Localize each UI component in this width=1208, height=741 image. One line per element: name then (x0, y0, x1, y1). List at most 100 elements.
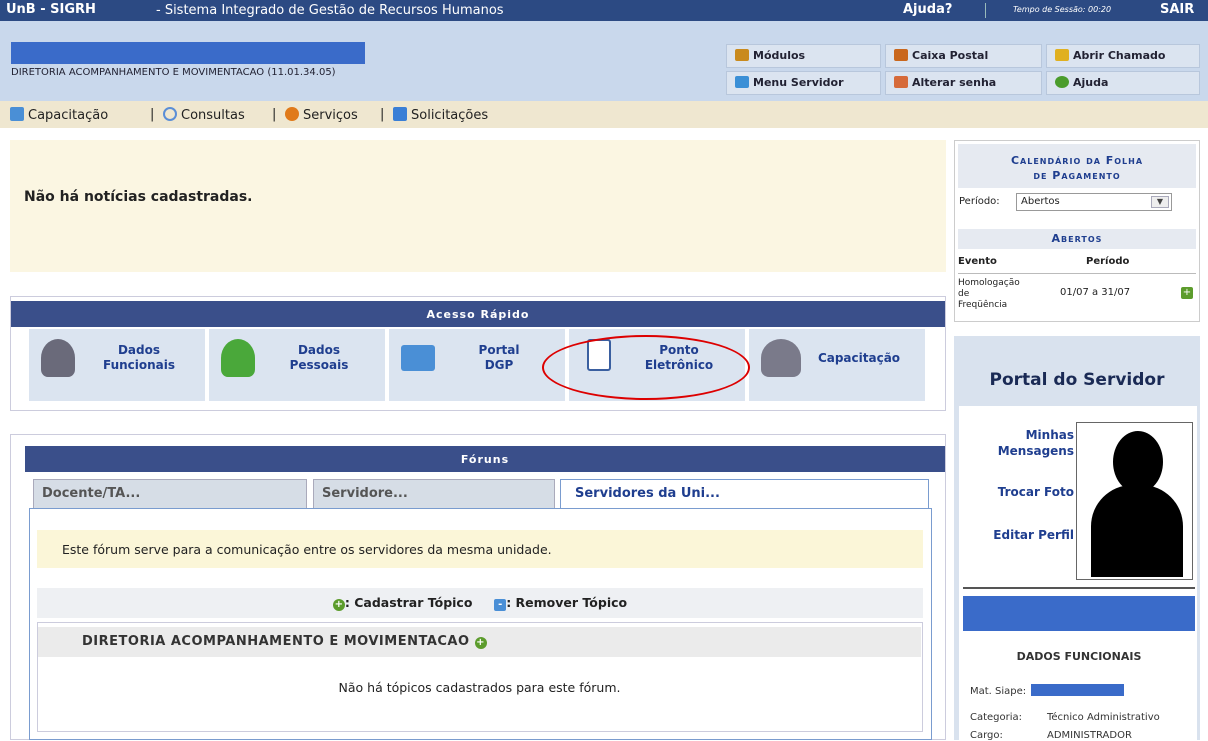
quick-label: Portal DGP (478, 343, 520, 372)
pencil-doc-icon (10, 107, 24, 121)
help-icon (1055, 76, 1069, 88)
change-photo-link[interactable]: Trocar Foto (980, 485, 1074, 499)
period-label: Período: (959, 196, 1000, 207)
menu-solicitacoes-label: Solicitações (411, 108, 489, 123)
forum-actions: +: Cadastrar Tópico -: Remover Tópico (37, 588, 923, 618)
senha-label: Alterar senha (912, 76, 997, 89)
calendar-title: Calendário da Folha de Pagamento (958, 144, 1196, 188)
event-period: 01/07 a 31/07 (1060, 287, 1131, 298)
user-name-redacted (963, 596, 1195, 631)
payroll-calendar: Calendário da Folha de Pagamento Período:… (954, 140, 1200, 322)
alterar-senha-button[interactable]: Alterar senha (885, 71, 1042, 95)
modulos-label: Módulos (753, 49, 806, 62)
menu-capacitacao-label: Capacitação (28, 108, 109, 123)
calendar-subtitle: Abertos (958, 229, 1196, 249)
ajuda-label: Ajuda (1073, 76, 1109, 89)
highlight-circle (542, 335, 750, 400)
silhouette-head (1113, 431, 1163, 493)
messages-link[interactable]: Minhas Mensagens (980, 427, 1074, 459)
menu-capacitacao[interactable]: Capacitação (10, 107, 108, 123)
category-label: Categoria: (970, 712, 1023, 723)
quick-dados-funcionais[interactable]: Dados Funcionais (29, 329, 205, 401)
tab-servidores-unidade[interactable]: Servidores da Uni... (560, 479, 929, 509)
user-unit: DIRETORIA ACOMPANHAMENTO E MOVIMENTACAO … (11, 67, 336, 78)
session-timer: Tempo de Sessão: 00:20 (1013, 5, 1112, 14)
news-panel: Não há notícias cadastradas. (10, 140, 946, 272)
user-name-redacted (11, 42, 365, 64)
remove-icon[interactable]: - (494, 599, 507, 611)
help-link[interactable]: Ajuda? (903, 2, 952, 17)
user-green-icon (221, 339, 255, 377)
news-message: Não há notícias cadastradas. (24, 189, 253, 205)
menu-solicitacoes[interactable]: Solicitações (393, 107, 488, 123)
divider (985, 3, 986, 18)
menu-servicos[interactable]: Serviços (285, 107, 358, 123)
chevron-down-icon: ▼ (1151, 196, 1169, 208)
menu-servidor-button[interactable]: Menu Servidor (726, 71, 881, 95)
tab-docente[interactable]: Docente/TA... (33, 479, 307, 509)
forum-unit-header: DIRETORIA ACOMPANHAMENTO E MOVIMENTACAO … (38, 627, 921, 657)
menu-consultas-label: Consultas (181, 108, 245, 123)
ticket-icon (1055, 49, 1069, 61)
request-doc-icon (393, 107, 407, 121)
system-name: - Sistema Integrado de Gestão de Recurso… (156, 3, 504, 18)
silhouette-body (1091, 485, 1183, 577)
search-icon (163, 107, 177, 121)
menu-servidor-label: Menu Servidor (753, 76, 844, 89)
menu-consultas[interactable]: Consultas (163, 107, 245, 123)
remove-topic-label: : Remover Tópico (506, 595, 628, 610)
users-group-icon (761, 339, 801, 377)
modulos-button[interactable]: Módulos (726, 44, 881, 68)
tab-servidores[interactable]: Servidore... (313, 479, 555, 509)
main-menu: Capacitação | Consultas | Serviços | Sol… (0, 101, 1208, 128)
caixa-label: Caixa Postal (912, 49, 989, 62)
menu-separator: | (272, 107, 277, 122)
no-topics-message: Não há tópicos cadastrados para este fór… (338, 680, 621, 695)
logout-link[interactable]: SAIR (1160, 2, 1194, 17)
event-name: Homologação de Freqüência (958, 278, 1020, 310)
app-logo[interactable]: UnB - SIGRH (6, 2, 96, 17)
divider (958, 273, 1196, 274)
cargo-value: ADMINISTRADOR (1047, 730, 1132, 741)
forums-title: Fóruns (25, 446, 945, 472)
id-card-icon (401, 345, 435, 371)
cargo-label: Cargo: (970, 730, 1003, 741)
quick-label: Dados Pessoais (289, 343, 349, 372)
plus-icon[interactable]: + (1181, 287, 1193, 299)
top-header: UnB - SIGRH - Sistema Integrado de Gestã… (0, 0, 1208, 21)
quick-portal-dgp[interactable]: Portal DGP (389, 329, 565, 401)
menu-separator: | (380, 107, 385, 122)
add-topic-icon[interactable]: + (474, 637, 487, 649)
services-icon (285, 107, 299, 121)
key-user-icon (894, 76, 908, 88)
quick-access-panel: Acesso Rápido Dados Funcionais Dados Pesso… (10, 296, 946, 411)
quick-dados-pessoais[interactable]: Dados Pessoais (209, 329, 385, 401)
box-icon (735, 49, 749, 61)
quick-label: Capacitação (817, 351, 901, 365)
add-topic-label: : Cadastrar Tópico (344, 595, 473, 610)
quick-label: Dados Funcionais (102, 343, 176, 372)
menu-tree-icon (735, 76, 749, 88)
siape-label: Mat. Siape: (970, 686, 1027, 697)
mailbox-icon (894, 49, 908, 61)
menu-separator: | (150, 107, 155, 122)
dados-funcionais-title: DADOS FUNCIONAIS (1016, 650, 1142, 663)
caixa-postal-button[interactable]: Caixa Postal (885, 44, 1042, 68)
period-select[interactable]: Abertos ▼ (1016, 193, 1172, 211)
siape-redacted (1031, 684, 1124, 696)
portal-title: Portal do Servidor (989, 370, 1165, 390)
add-icon[interactable]: + (332, 599, 345, 611)
user-suit-icon (41, 339, 75, 377)
avatar (1076, 422, 1193, 580)
quick-access-title: Acesso Rápido (11, 301, 945, 327)
menu-servicos-label: Serviços (303, 108, 358, 123)
ajuda-button[interactable]: Ajuda (1046, 71, 1200, 95)
col-event: Evento (958, 256, 997, 267)
forum-unit-title: DIRETORIA ACOMPANHAMENTO E MOVIMENTACAO (82, 634, 470, 649)
quick-capacitacao[interactable]: Capacitação (749, 329, 925, 401)
divider (963, 587, 1195, 589)
abrir-chamado-button[interactable]: Abrir Chamado (1046, 44, 1200, 68)
edit-profile-link[interactable]: Editar Perfil (970, 528, 1074, 542)
chamado-label: Abrir Chamado (1073, 49, 1166, 62)
forum-description: Este fórum serve para a comunicação entr… (37, 530, 923, 568)
